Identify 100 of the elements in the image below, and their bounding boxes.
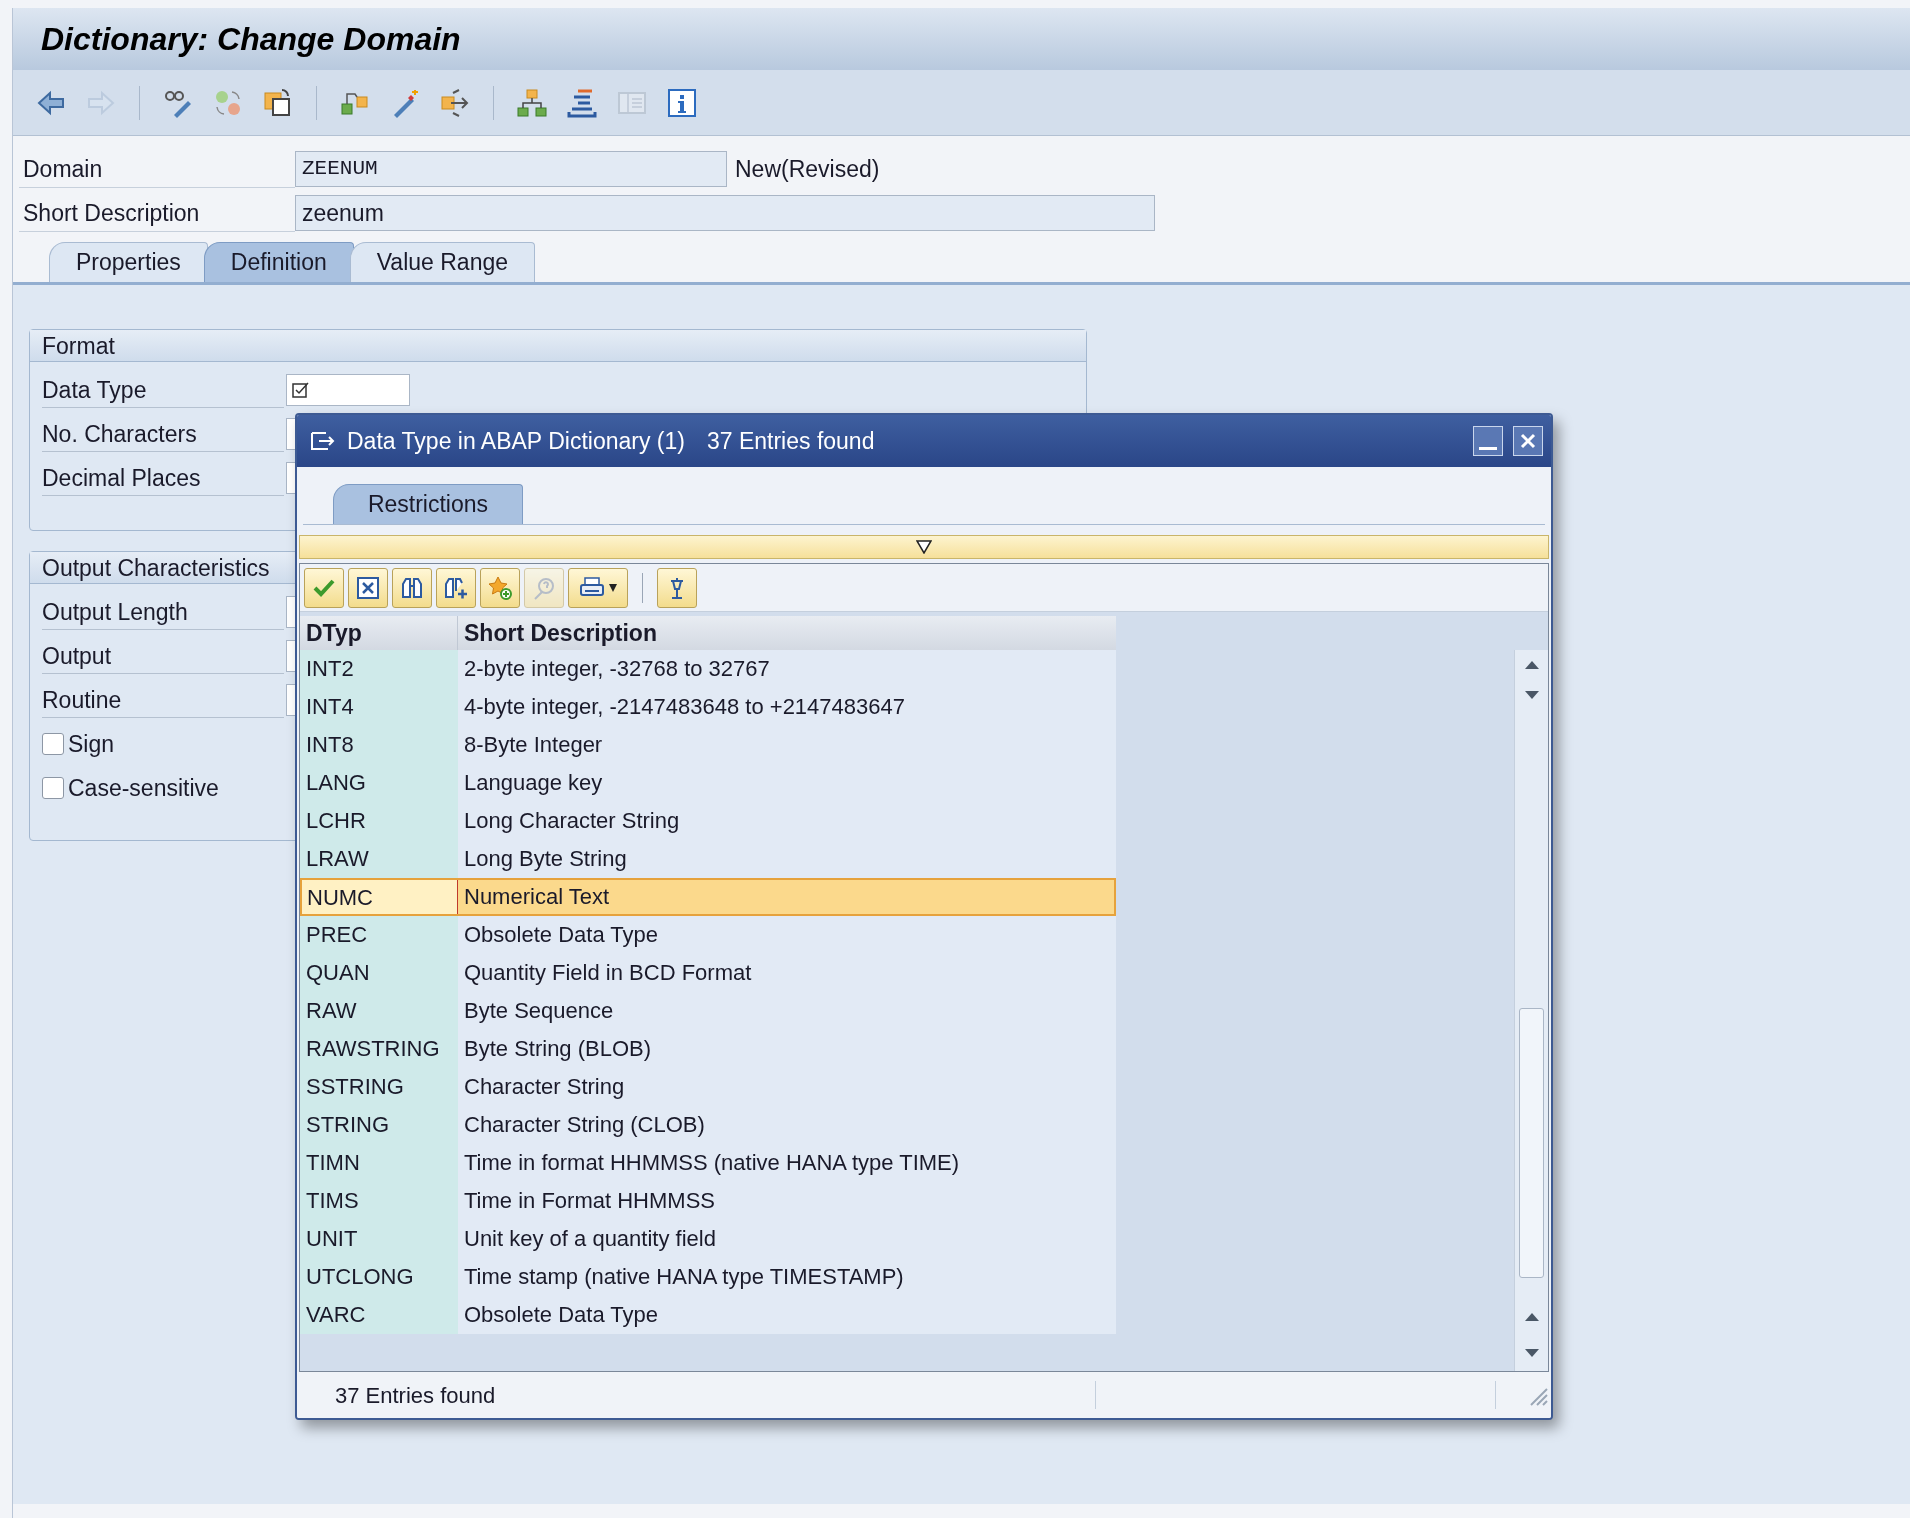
table-cell: Language key [458, 764, 1116, 802]
up-triangle-icon [1524, 661, 1539, 669]
binoculars-button[interactable] [392, 567, 432, 608]
table-row[interactable]: UTCLONG Time stamp (native HANA type TIMESTAMP) [300, 1258, 1116, 1296]
pin-button[interactable] [657, 567, 697, 608]
table-cell: INT4 [300, 688, 458, 726]
up-triangle-icon [1524, 1313, 1539, 1321]
checkbox-label: Sign [68, 729, 115, 759]
scroll-thumb[interactable] [1519, 1008, 1544, 1278]
table-row[interactable]: LCHR Long Character String [300, 802, 1116, 840]
table-cell: LCHR [300, 802, 458, 840]
table-row[interactable]: RAWSTRING Byte String (BLOB) [300, 1030, 1116, 1068]
close-icon [1519, 432, 1537, 450]
table-cell: INT8 [300, 726, 458, 764]
field-label: Routine [42, 682, 284, 718]
down-triangle-icon [1524, 691, 1539, 699]
table-cell: INT2 [300, 650, 458, 688]
cancel-icon [355, 574, 381, 601]
down-triangle-icon [1524, 1349, 1539, 1357]
tab[interactable]: Restrictions [333, 484, 523, 524]
table-cell: Character String [458, 1068, 1116, 1106]
table-cell: Time stamp (native HANA type TIMESTAMP) [458, 1258, 1116, 1296]
star-plus-button[interactable] [480, 567, 520, 608]
binoculars-plus-button[interactable] [436, 567, 476, 608]
table-row[interactable]: LANG Language key [300, 764, 1116, 802]
table-cell: Numerical Text [458, 878, 1116, 916]
tab[interactable]: Definition [203, 242, 354, 282]
table-cell: UNIT [300, 1220, 458, 1258]
close-button[interactable] [1513, 426, 1543, 456]
table-cell: SSTRING [300, 1068, 458, 1106]
input-field[interactable]: zeenum [295, 195, 1155, 231]
table-cell: Character String (CLOB) [458, 1106, 1116, 1144]
field-label: Output [42, 638, 284, 674]
checkbox[interactable] [42, 777, 64, 799]
cancel-button[interactable] [348, 567, 388, 608]
table-row[interactable]: UNIT Unit key of a quantity field [300, 1220, 1116, 1258]
table-cell: Byte String (BLOB) [458, 1030, 1116, 1068]
column-header[interactable]: Short Description [458, 616, 1116, 650]
window-title: Dictionary: Change Domain [41, 20, 461, 59]
table-row[interactable]: VARC Obsolete Data Type [300, 1296, 1116, 1334]
entries-count: 37 Entries found [706, 426, 875, 456]
field-label: Data Type [42, 372, 284, 408]
checkmark-button[interactable] [304, 567, 344, 608]
table-cell: NUMC [300, 878, 458, 916]
checkbox[interactable] [42, 733, 64, 755]
group-title: Format [30, 330, 1086, 362]
column-header[interactable]: DTyp [300, 616, 458, 650]
table-cell: LANG [300, 764, 458, 802]
tab[interactable]: Properties [49, 242, 208, 282]
table-row[interactable]: QUAN Quantity Field in BCD Format [300, 954, 1116, 992]
table-cell: Long Byte String [458, 840, 1116, 878]
field-label: Output Length [42, 594, 284, 630]
dialog-title: Data Type in ABAP Dictionary (1) [347, 426, 685, 456]
table-cell: UTCLONG [300, 1258, 458, 1296]
table-cell: TIMS [300, 1182, 458, 1220]
table-row[interactable]: STRING Character String (CLOB) [300, 1106, 1116, 1144]
table-cell: STRING [300, 1106, 458, 1144]
table-cell: Time in format HHMMSS (native HANA type TIME) [458, 1144, 1116, 1182]
field-label: Decimal Places [42, 460, 284, 496]
star-plus-icon [487, 574, 513, 601]
checkbox-label: Case-sensitive [68, 773, 219, 803]
table-cell: VARC [300, 1296, 458, 1334]
table-cell: Long Character String [458, 802, 1116, 840]
table-cell: Obsolete Data Type [458, 1296, 1116, 1334]
table-cell: Unit key of a quantity field [458, 1220, 1116, 1258]
table-cell: QUAN [300, 954, 458, 992]
input-field[interactable] [286, 374, 410, 406]
table-row[interactable]: INT4 4-byte integer, -2147483648 to +2147483647 [300, 688, 1116, 726]
input-field[interactable]: ZEENUM [295, 151, 727, 187]
table-cell: TIMN [300, 1144, 458, 1182]
table-row[interactable]: RAW Byte Sequence [300, 992, 1116, 1030]
table-row[interactable]: INT2 2-byte integer, -32768 to 32767 [300, 650, 1116, 688]
status-text: 37 Entries found [335, 1381, 497, 1410]
field-label: No. Characters [42, 416, 284, 452]
table-cell: Quantity Field in BCD Format [458, 954, 1116, 992]
printer-button[interactable] [568, 567, 628, 608]
table-cell: PREC [300, 916, 458, 954]
dropdown-caret-icon [609, 583, 617, 592]
collapse-triangle-icon [916, 540, 932, 554]
table-cell: Obsolete Data Type [458, 916, 1116, 954]
table-row[interactable]: SSTRING Character String [300, 1068, 1116, 1106]
table-cell: RAW [300, 992, 458, 1030]
tab[interactable]: Value Range [349, 242, 535, 282]
table-cell: Byte Sequence [458, 992, 1116, 1030]
minimize-button[interactable] [1473, 426, 1503, 456]
table-row[interactable]: INT8 8-Byte Integer [300, 726, 1116, 764]
table-cell: LRAW [300, 840, 458, 878]
scrollbar[interactable] [1514, 650, 1548, 1371]
table-cell: 2-byte integer, -32768 to 32767 [458, 650, 1116, 688]
value-help-icon[interactable] [291, 380, 311, 400]
dialog-icon [309, 429, 337, 453]
table-row[interactable]: PREC Obsolete Data Type [300, 916, 1116, 954]
table-row[interactable]: NUMC Numerical Text [300, 878, 1116, 916]
table-row[interactable]: TIMN Time in format HHMMSS (native HANA type TIME) [300, 1144, 1116, 1182]
table-row[interactable]: LRAW Long Byte String [300, 840, 1116, 878]
status-text: New(Revised) [735, 154, 880, 184]
table-cell: 8-Byte Integer [458, 726, 1116, 764]
table-cell: Time in Format HHMMSS [458, 1182, 1116, 1220]
table-row[interactable]: TIMS Time in Format HHMMSS [300, 1182, 1116, 1220]
table-cell: 4-byte integer, -2147483648 to +2147483647 [458, 688, 1116, 726]
